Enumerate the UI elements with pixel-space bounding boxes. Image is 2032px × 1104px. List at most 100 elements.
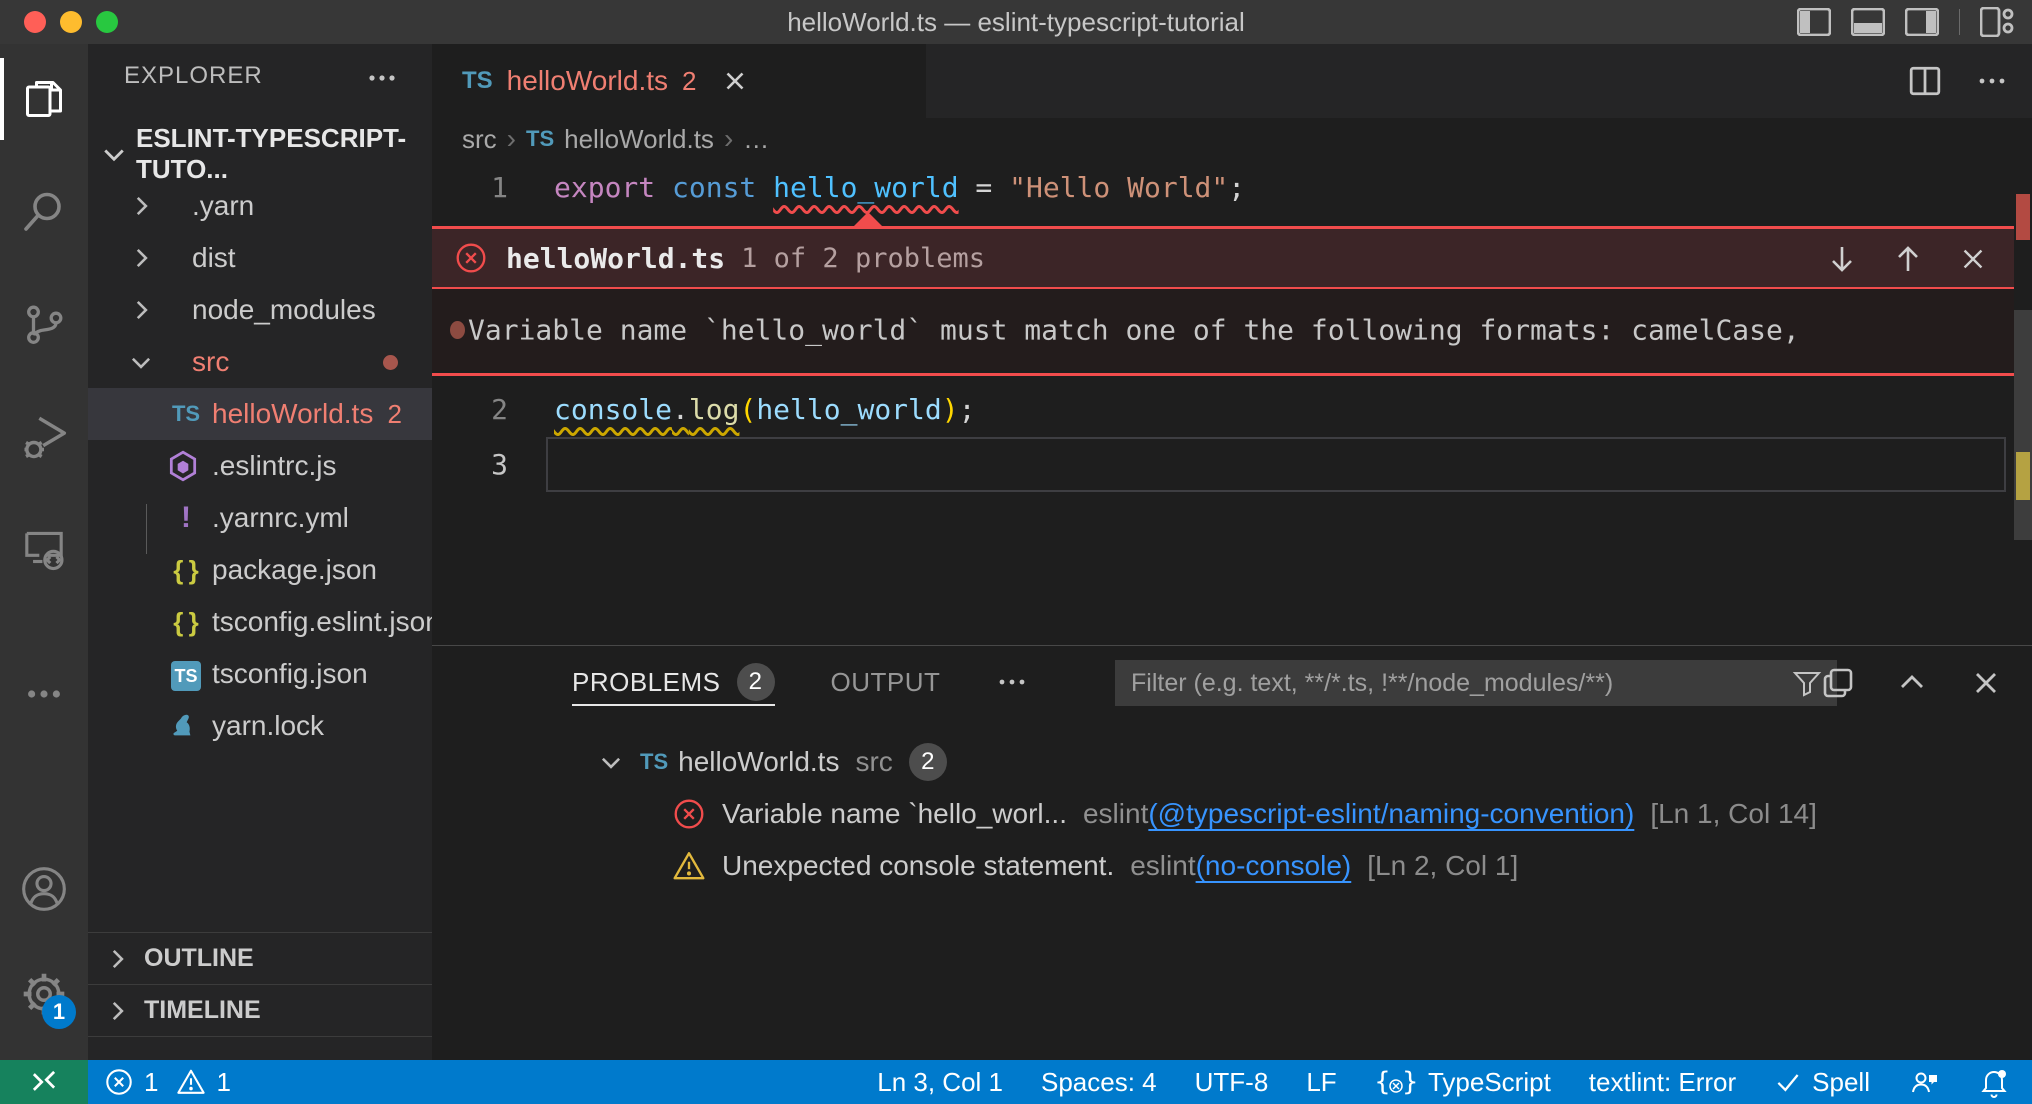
filter-funnel-icon[interactable] bbox=[1791, 667, 1823, 699]
notifications-bell-icon[interactable] bbox=[1959, 1060, 2014, 1104]
explorer-more-actions-icon[interactable] bbox=[366, 66, 398, 90]
tab-close-icon[interactable] bbox=[720, 66, 750, 96]
tab-problems-badge: 2 bbox=[682, 66, 696, 97]
settings-gear-icon[interactable]: 1 bbox=[0, 949, 88, 1039]
more-views-icon[interactable] bbox=[0, 649, 88, 739]
problem-row-warning[interactable]: Unexpected console statement. eslint (no… bbox=[432, 840, 2032, 892]
close-peek-icon[interactable] bbox=[1958, 244, 1988, 274]
tree-item-eslintrc-js[interactable]: .eslintrc.js bbox=[88, 440, 432, 492]
source-control-icon[interactable] bbox=[0, 279, 88, 369]
peek-body[interactable]: Variable name `hello_world` must match o… bbox=[432, 289, 2014, 371]
line-number-active: 3 bbox=[432, 437, 508, 492]
run-debug-icon[interactable] bbox=[0, 392, 88, 482]
tree-item-node-modules-folder[interactable]: node_modules bbox=[88, 284, 432, 336]
problems-file-path: src bbox=[855, 746, 892, 778]
yaml-file-icon: ! bbox=[166, 501, 206, 535]
output-tab-label: OUTPUT bbox=[831, 667, 941, 698]
error-count: 1 bbox=[144, 1067, 158, 1098]
toggle-secondary-sidebar-icon[interactable] bbox=[1905, 8, 1939, 36]
maximize-panel-icon[interactable] bbox=[1896, 667, 1928, 699]
tree-item-label: node_modules bbox=[192, 294, 376, 326]
code-token: ; bbox=[1228, 171, 1245, 204]
scrollbar-slider[interactable] bbox=[2014, 310, 2032, 540]
breadcrumb-separator-icon: › bbox=[507, 123, 516, 155]
titlebar-separator bbox=[1959, 9, 1960, 35]
eol-sequence[interactable]: LF bbox=[1287, 1060, 1355, 1104]
code-token: hello_world bbox=[756, 393, 941, 426]
tree-item-yarn-folder[interactable]: .yarn bbox=[88, 180, 432, 232]
file-problems-badge: 2 bbox=[909, 743, 947, 781]
peek-actions bbox=[1826, 229, 1988, 289]
tree-item-tsconfig-json[interactable]: TS tsconfig.json bbox=[88, 648, 432, 700]
status-right: Ln 3, Col 1 Spaces: 4 UTF-8 LF {} TypeSc… bbox=[858, 1060, 2014, 1104]
tree-item-yarnrc-yml[interactable]: ! .yarnrc.yml bbox=[88, 492, 432, 544]
tab-output[interactable]: OUTPUT bbox=[831, 646, 941, 718]
outline-label: OUTLINE bbox=[144, 944, 254, 973]
chevron-right-icon bbox=[104, 946, 130, 972]
problem-rule-link[interactable]: (@typescript-eslint/naming-convention) bbox=[1148, 798, 1634, 830]
view-as-table-icon[interactable] bbox=[1822, 667, 1854, 699]
problem-row-error[interactable]: Variable name `hello_worl... eslint (@ty… bbox=[432, 788, 2032, 840]
spell-checker[interactable]: Spell bbox=[1755, 1060, 1889, 1104]
tree-item-label: yarn.lock bbox=[212, 710, 324, 742]
tree-item-src-folder[interactable]: src bbox=[88, 336, 432, 388]
toggle-panel-icon[interactable] bbox=[1851, 8, 1885, 36]
problem-rule-link[interactable]: (no-console) bbox=[1196, 850, 1352, 882]
previous-problem-icon[interactable] bbox=[1892, 243, 1924, 275]
search-icon[interactable] bbox=[0, 166, 88, 256]
remote-explorer-icon[interactable] bbox=[0, 504, 88, 594]
code-token: = bbox=[975, 171, 992, 204]
remote-indicator[interactable] bbox=[0, 1060, 88, 1104]
toggle-primary-sidebar-icon[interactable] bbox=[1797, 8, 1831, 36]
code-area[interactable]: 1 exportconsthello_world="Hello World"; … bbox=[432, 160, 2032, 645]
breadcrumb-file[interactable]: helloWorld.ts bbox=[564, 124, 714, 155]
tree-item-tsconfig-eslint-json[interactable]: { } tsconfig.eslint.json bbox=[88, 596, 432, 648]
code-line-1: exportconsthello_world="Hello World"; bbox=[554, 160, 1245, 215]
split-editor-icon[interactable] bbox=[1908, 64, 1942, 98]
textlint-status[interactable]: textlint: Error bbox=[1570, 1060, 1755, 1104]
tree-item-package-json[interactable]: { } package.json bbox=[88, 544, 432, 596]
project-root-row[interactable]: ESLINT-TYPESCRIPT-TUTO... bbox=[88, 128, 432, 180]
tree-item-helloworld-ts[interactable]: TS helloWorld.ts 2 bbox=[88, 388, 432, 440]
tab-helloworld-ts[interactable]: TS helloWorld.ts 2 bbox=[432, 44, 926, 118]
accounts-icon[interactable] bbox=[0, 844, 88, 934]
language-mode[interactable]: {} TypeScript bbox=[1356, 1060, 1570, 1104]
cursor-position[interactable]: Ln 3, Col 1 bbox=[858, 1060, 1022, 1104]
more-actions-icon[interactable] bbox=[1976, 69, 2008, 93]
check-icon bbox=[1774, 1068, 1802, 1096]
code-token: export bbox=[554, 171, 655, 204]
outline-section[interactable]: OUTLINE bbox=[88, 932, 432, 984]
explorer-icon[interactable] bbox=[0, 54, 88, 144]
code-token: const bbox=[672, 171, 756, 204]
project-root-label: ESLINT-TYPESCRIPT-TUTO... bbox=[136, 123, 432, 185]
next-problem-icon[interactable] bbox=[1826, 243, 1858, 275]
activity-bar: 1 bbox=[0, 44, 88, 1060]
json-file-icon: { } bbox=[166, 607, 206, 638]
indentation[interactable]: Spaces: 4 bbox=[1022, 1060, 1176, 1104]
problem-source: eslint bbox=[1083, 798, 1148, 830]
breadcrumb-symbol[interactable]: … bbox=[743, 124, 769, 155]
problem-source: eslint bbox=[1130, 850, 1195, 882]
scrollbar-error-mark bbox=[2016, 194, 2030, 240]
breadcrumb-folder[interactable]: src bbox=[462, 124, 497, 155]
problems-file-group-row[interactable]: TS helloWorld.ts src 2 bbox=[432, 736, 2032, 788]
tree-item-yarn-lock[interactable]: yarn.lock bbox=[88, 700, 432, 752]
panel-more-tabs-icon[interactable] bbox=[996, 670, 1028, 694]
panel-tabs: PROBLEMS 2 OUTPUT bbox=[572, 646, 1028, 718]
tree-item-label: src bbox=[192, 346, 229, 378]
problems-summary[interactable]: 1 1 bbox=[104, 1060, 231, 1104]
typescript-file-icon: TS bbox=[526, 126, 554, 152]
close-panel-icon[interactable] bbox=[1970, 667, 2002, 699]
encoding[interactable]: UTF-8 bbox=[1176, 1060, 1288, 1104]
json-file-icon: { } bbox=[166, 555, 206, 586]
problems-filter-input[interactable] bbox=[1115, 669, 1791, 698]
timeline-section[interactable]: TIMELINE bbox=[88, 984, 432, 1036]
customize-layout-icon[interactable] bbox=[1980, 7, 2014, 37]
problem-position: [Ln 2, Col 1] bbox=[1367, 850, 1518, 882]
tree-item-dist-folder[interactable]: dist bbox=[88, 232, 432, 284]
typescript-file-icon: TS bbox=[640, 749, 668, 775]
editor-scrollbar[interactable] bbox=[2014, 160, 2032, 645]
feedback-icon[interactable] bbox=[1889, 1060, 1959, 1104]
problems-tab-label: PROBLEMS bbox=[572, 667, 721, 698]
tab-problems[interactable]: PROBLEMS 2 bbox=[572, 646, 775, 718]
